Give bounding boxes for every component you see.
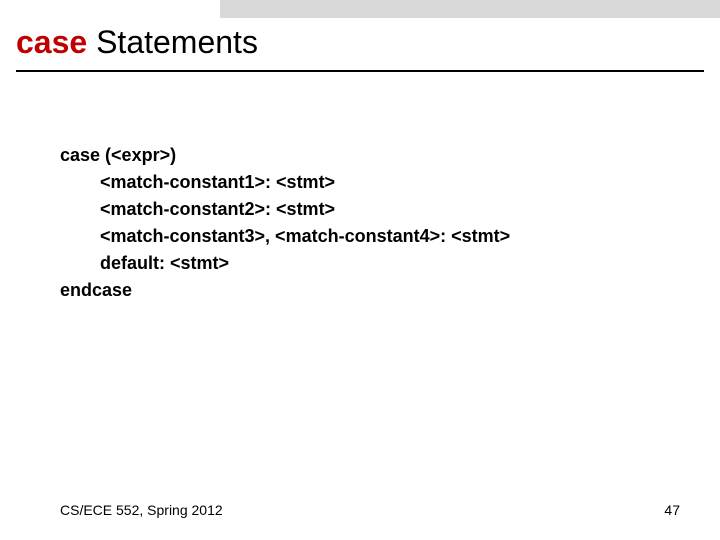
title-underline bbox=[16, 70, 704, 72]
case-expr: (<expr>) bbox=[100, 145, 176, 165]
code-line: default: <stmt> bbox=[60, 250, 680, 277]
code-line: <match-constant3>, <match-constant4>: <s… bbox=[60, 223, 680, 250]
title-rest: Statements bbox=[87, 24, 258, 60]
footer-course: CS/ECE 552, Spring 2012 bbox=[60, 502, 223, 518]
code-line: endcase bbox=[60, 277, 680, 304]
code-line: <match-constant1>: <stmt> bbox=[60, 169, 680, 196]
code-line: <match-constant2>: <stmt> bbox=[60, 196, 680, 223]
case-keyword: case bbox=[60, 145, 100, 165]
top-stripe bbox=[220, 0, 720, 18]
code-block: case (<expr>) <match-constant1>: <stmt> … bbox=[60, 142, 680, 304]
title-keyword: case bbox=[16, 24, 87, 60]
page-number: 47 bbox=[664, 502, 680, 518]
code-line: case (<expr>) bbox=[60, 142, 680, 169]
slide: case Statements case (<expr>) <match-con… bbox=[0, 0, 720, 540]
slide-title: case Statements bbox=[16, 24, 258, 61]
